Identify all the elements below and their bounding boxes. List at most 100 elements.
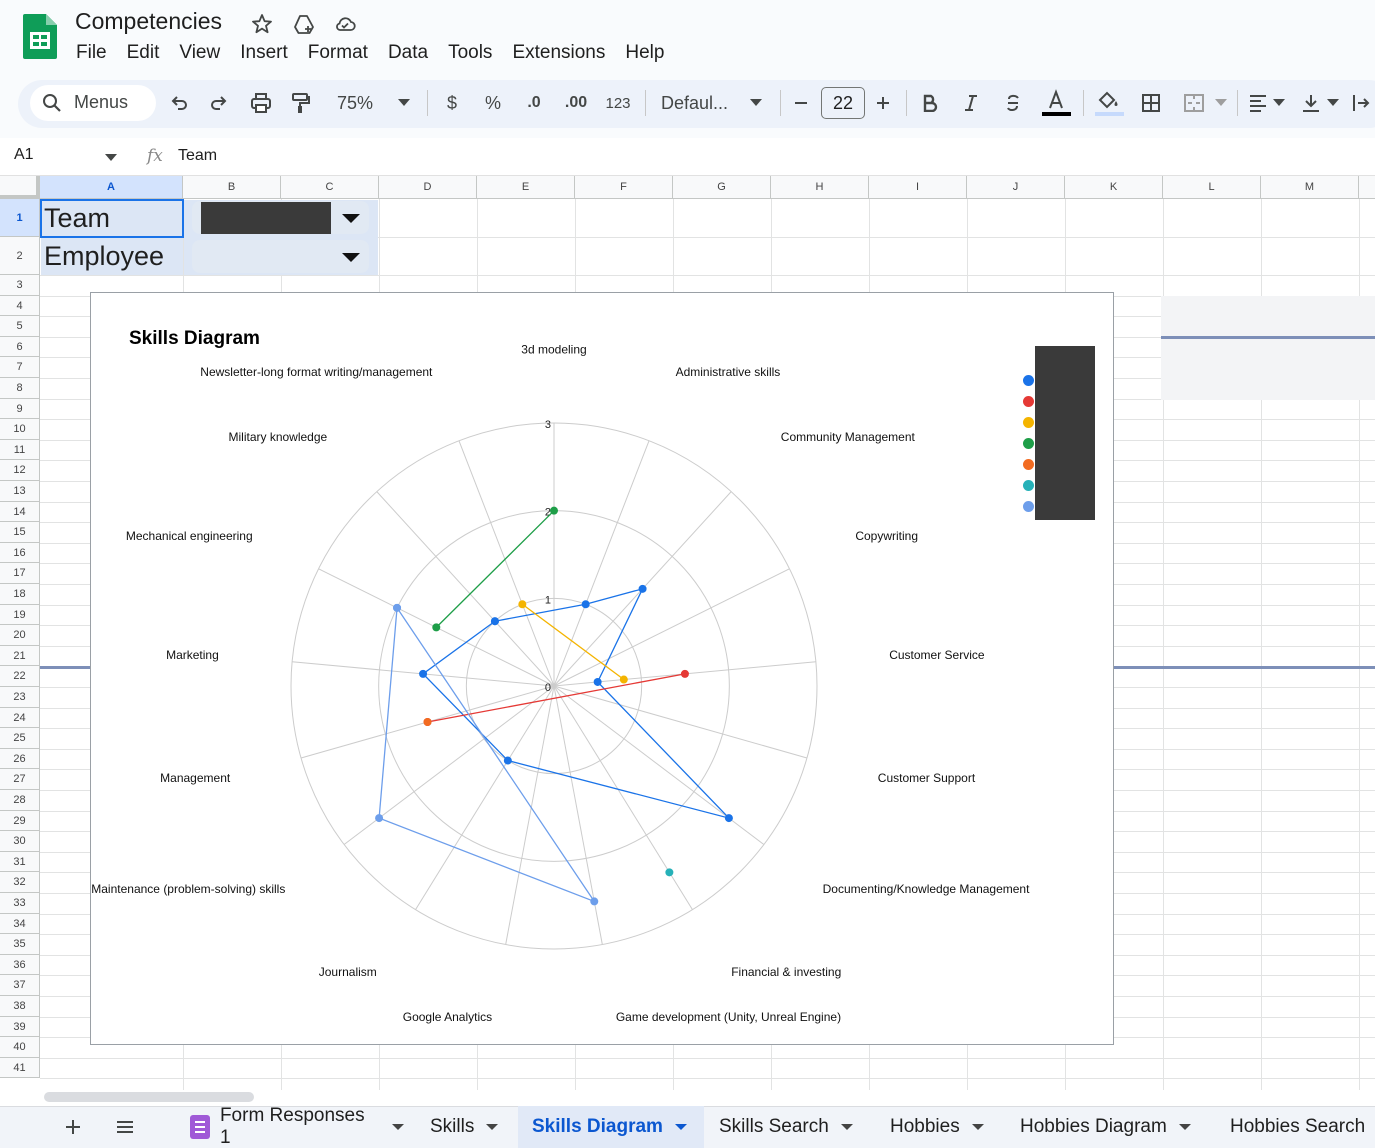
- row-header-38[interactable]: 38: [0, 996, 40, 1017]
- row-header-28[interactable]: 28: [0, 790, 40, 811]
- horizontal-scrollbar[interactable]: [0, 1090, 1375, 1106]
- column-header-l[interactable]: L: [1163, 176, 1261, 199]
- column-header-b[interactable]: B: [183, 176, 281, 199]
- menu-edit[interactable]: Edit: [117, 40, 170, 66]
- row-header-32[interactable]: 32: [0, 872, 40, 893]
- chevron-down-icon[interactable]: [674, 1124, 687, 1130]
- row-header-37[interactable]: 37: [0, 975, 40, 996]
- row-header-8[interactable]: 8: [0, 378, 40, 399]
- sheet-tab-form-responses-1[interactable]: Form Responses 1: [176, 1105, 404, 1148]
- all-sheets-button[interactable]: [115, 1106, 137, 1148]
- chevron-down-icon[interactable]: [840, 1124, 853, 1130]
- undo-button[interactable]: [168, 88, 190, 118]
- print-button[interactable]: [248, 88, 274, 118]
- row-header-6[interactable]: 6: [0, 336, 40, 358]
- column-header-d[interactable]: D: [379, 176, 477, 199]
- employee-dropdown[interactable]: [192, 240, 369, 273]
- menu-search[interactable]: Menus: [30, 85, 156, 121]
- row-header-5[interactable]: 5: [0, 316, 40, 337]
- menu-extensions[interactable]: Extensions: [502, 40, 615, 66]
- sheet-tab-skills[interactable]: Skills: [416, 1106, 512, 1148]
- row-header-1[interactable]: 1: [0, 199, 40, 237]
- font-family-select[interactable]: Defaul...: [661, 88, 741, 118]
- row-header-24[interactable]: 24: [0, 707, 40, 729]
- row-header-36[interactable]: 36: [0, 954, 40, 976]
- chevron-down-icon[interactable]: [971, 1124, 984, 1130]
- row-header-10[interactable]: 10: [0, 419, 40, 440]
- column-header-j[interactable]: J: [967, 176, 1065, 199]
- star-icon[interactable]: [250, 12, 274, 36]
- row-header-21[interactable]: 21: [0, 645, 40, 667]
- cell-a2[interactable]: Employee: [41, 238, 183, 275]
- zoom-select[interactable]: 75%: [330, 88, 380, 118]
- row-header-39[interactable]: 39: [0, 1016, 40, 1038]
- sheet-tab-hobbies[interactable]: Hobbies: [876, 1106, 994, 1148]
- vertical-align-caret[interactable]: [1327, 88, 1339, 118]
- sheet-tab-skills-search[interactable]: Skills Search: [705, 1106, 865, 1148]
- vertical-align-button[interactable]: [1300, 88, 1322, 118]
- row-header-41[interactable]: 41: [0, 1057, 40, 1079]
- row-header-34[interactable]: 34: [0, 913, 40, 935]
- row-header-23[interactable]: 23: [0, 687, 40, 708]
- row-header-14[interactable]: 14: [0, 501, 40, 523]
- row-header-11[interactable]: 11: [0, 439, 40, 461]
- column-header-i[interactable]: I: [869, 176, 967, 199]
- row-header-26[interactable]: 26: [0, 748, 40, 770]
- horizontal-align-button[interactable]: [1247, 88, 1269, 118]
- chevron-down-icon[interactable]: [486, 1124, 499, 1130]
- add-sheet-button[interactable]: [64, 1106, 86, 1148]
- row-header-22[interactable]: 22: [0, 666, 40, 687]
- menu-help[interactable]: Help: [615, 40, 674, 66]
- row-header-12[interactable]: 12: [0, 460, 40, 481]
- menu-view[interactable]: View: [169, 40, 230, 66]
- row-header-31[interactable]: 31: [0, 851, 40, 873]
- italic-button[interactable]: [961, 88, 981, 118]
- row-header-2[interactable]: 2: [0, 237, 40, 275]
- row-header-3[interactable]: 3: [0, 275, 40, 296]
- row-header-25[interactable]: 25: [0, 728, 40, 749]
- text-color-button[interactable]: [1040, 88, 1072, 118]
- format-currency-button[interactable]: $: [442, 88, 462, 118]
- document-title[interactable]: Competencies: [75, 8, 222, 35]
- row-header-40[interactable]: 40: [0, 1037, 40, 1058]
- column-header-m[interactable]: M: [1261, 176, 1359, 199]
- strikethrough-button[interactable]: [1002, 88, 1024, 118]
- sheet-tab-skills-diagram[interactable]: Skills Diagram: [518, 1106, 704, 1148]
- row-header-16[interactable]: 16: [0, 542, 40, 564]
- decrease-font-size-button[interactable]: [792, 88, 810, 118]
- redo-button[interactable]: [208, 88, 230, 118]
- decrease-decimal-button[interactable]: .0: [519, 88, 549, 118]
- row-header-30[interactable]: 30: [0, 831, 40, 852]
- fill-color-button[interactable]: [1094, 88, 1124, 118]
- row-header-15[interactable]: 15: [0, 522, 40, 543]
- sheet-tab-hobbies-diagram[interactable]: Hobbies Diagram: [1006, 1106, 1204, 1148]
- column-header-h[interactable]: H: [771, 176, 869, 199]
- row-header-18[interactable]: 18: [0, 584, 40, 605]
- text-wrapping-button[interactable]: [1352, 88, 1372, 118]
- column-header-e[interactable]: E: [477, 176, 575, 199]
- column-header-c[interactable]: C: [281, 176, 379, 199]
- horizontal-align-caret[interactable]: [1273, 88, 1285, 118]
- row-header-19[interactable]: 19: [0, 604, 40, 626]
- row-header-27[interactable]: 27: [0, 769, 40, 790]
- row-header-9[interactable]: 9: [0, 398, 40, 420]
- formula-input[interactable]: Team: [178, 147, 217, 165]
- sheets-logo-icon[interactable]: [23, 14, 57, 59]
- sheet-tab-hobbies-search[interactable]: Hobbies Search: [1216, 1106, 1375, 1148]
- row-header-29[interactable]: 29: [0, 810, 40, 832]
- menu-data[interactable]: Data: [378, 40, 438, 66]
- row-header-13[interactable]: 13: [0, 481, 40, 502]
- row-header-20[interactable]: 20: [0, 625, 40, 646]
- font-size-input[interactable]: 22: [821, 87, 865, 119]
- scrollbar-thumb[interactable]: [44, 1092, 254, 1102]
- select-all-corner[interactable]: [0, 176, 40, 199]
- team-dropdown[interactable]: [192, 201, 369, 234]
- merge-cells-caret[interactable]: [1215, 88, 1227, 118]
- column-header-f[interactable]: F: [575, 176, 673, 199]
- column-header-g[interactable]: G: [673, 176, 771, 199]
- column-header-k[interactable]: K: [1065, 176, 1163, 199]
- menu-file[interactable]: File: [66, 40, 117, 66]
- merge-cells-button[interactable]: [1182, 88, 1206, 118]
- number-format-button[interactable]: 123: [603, 88, 633, 118]
- increase-decimal-button[interactable]: .00: [562, 88, 590, 118]
